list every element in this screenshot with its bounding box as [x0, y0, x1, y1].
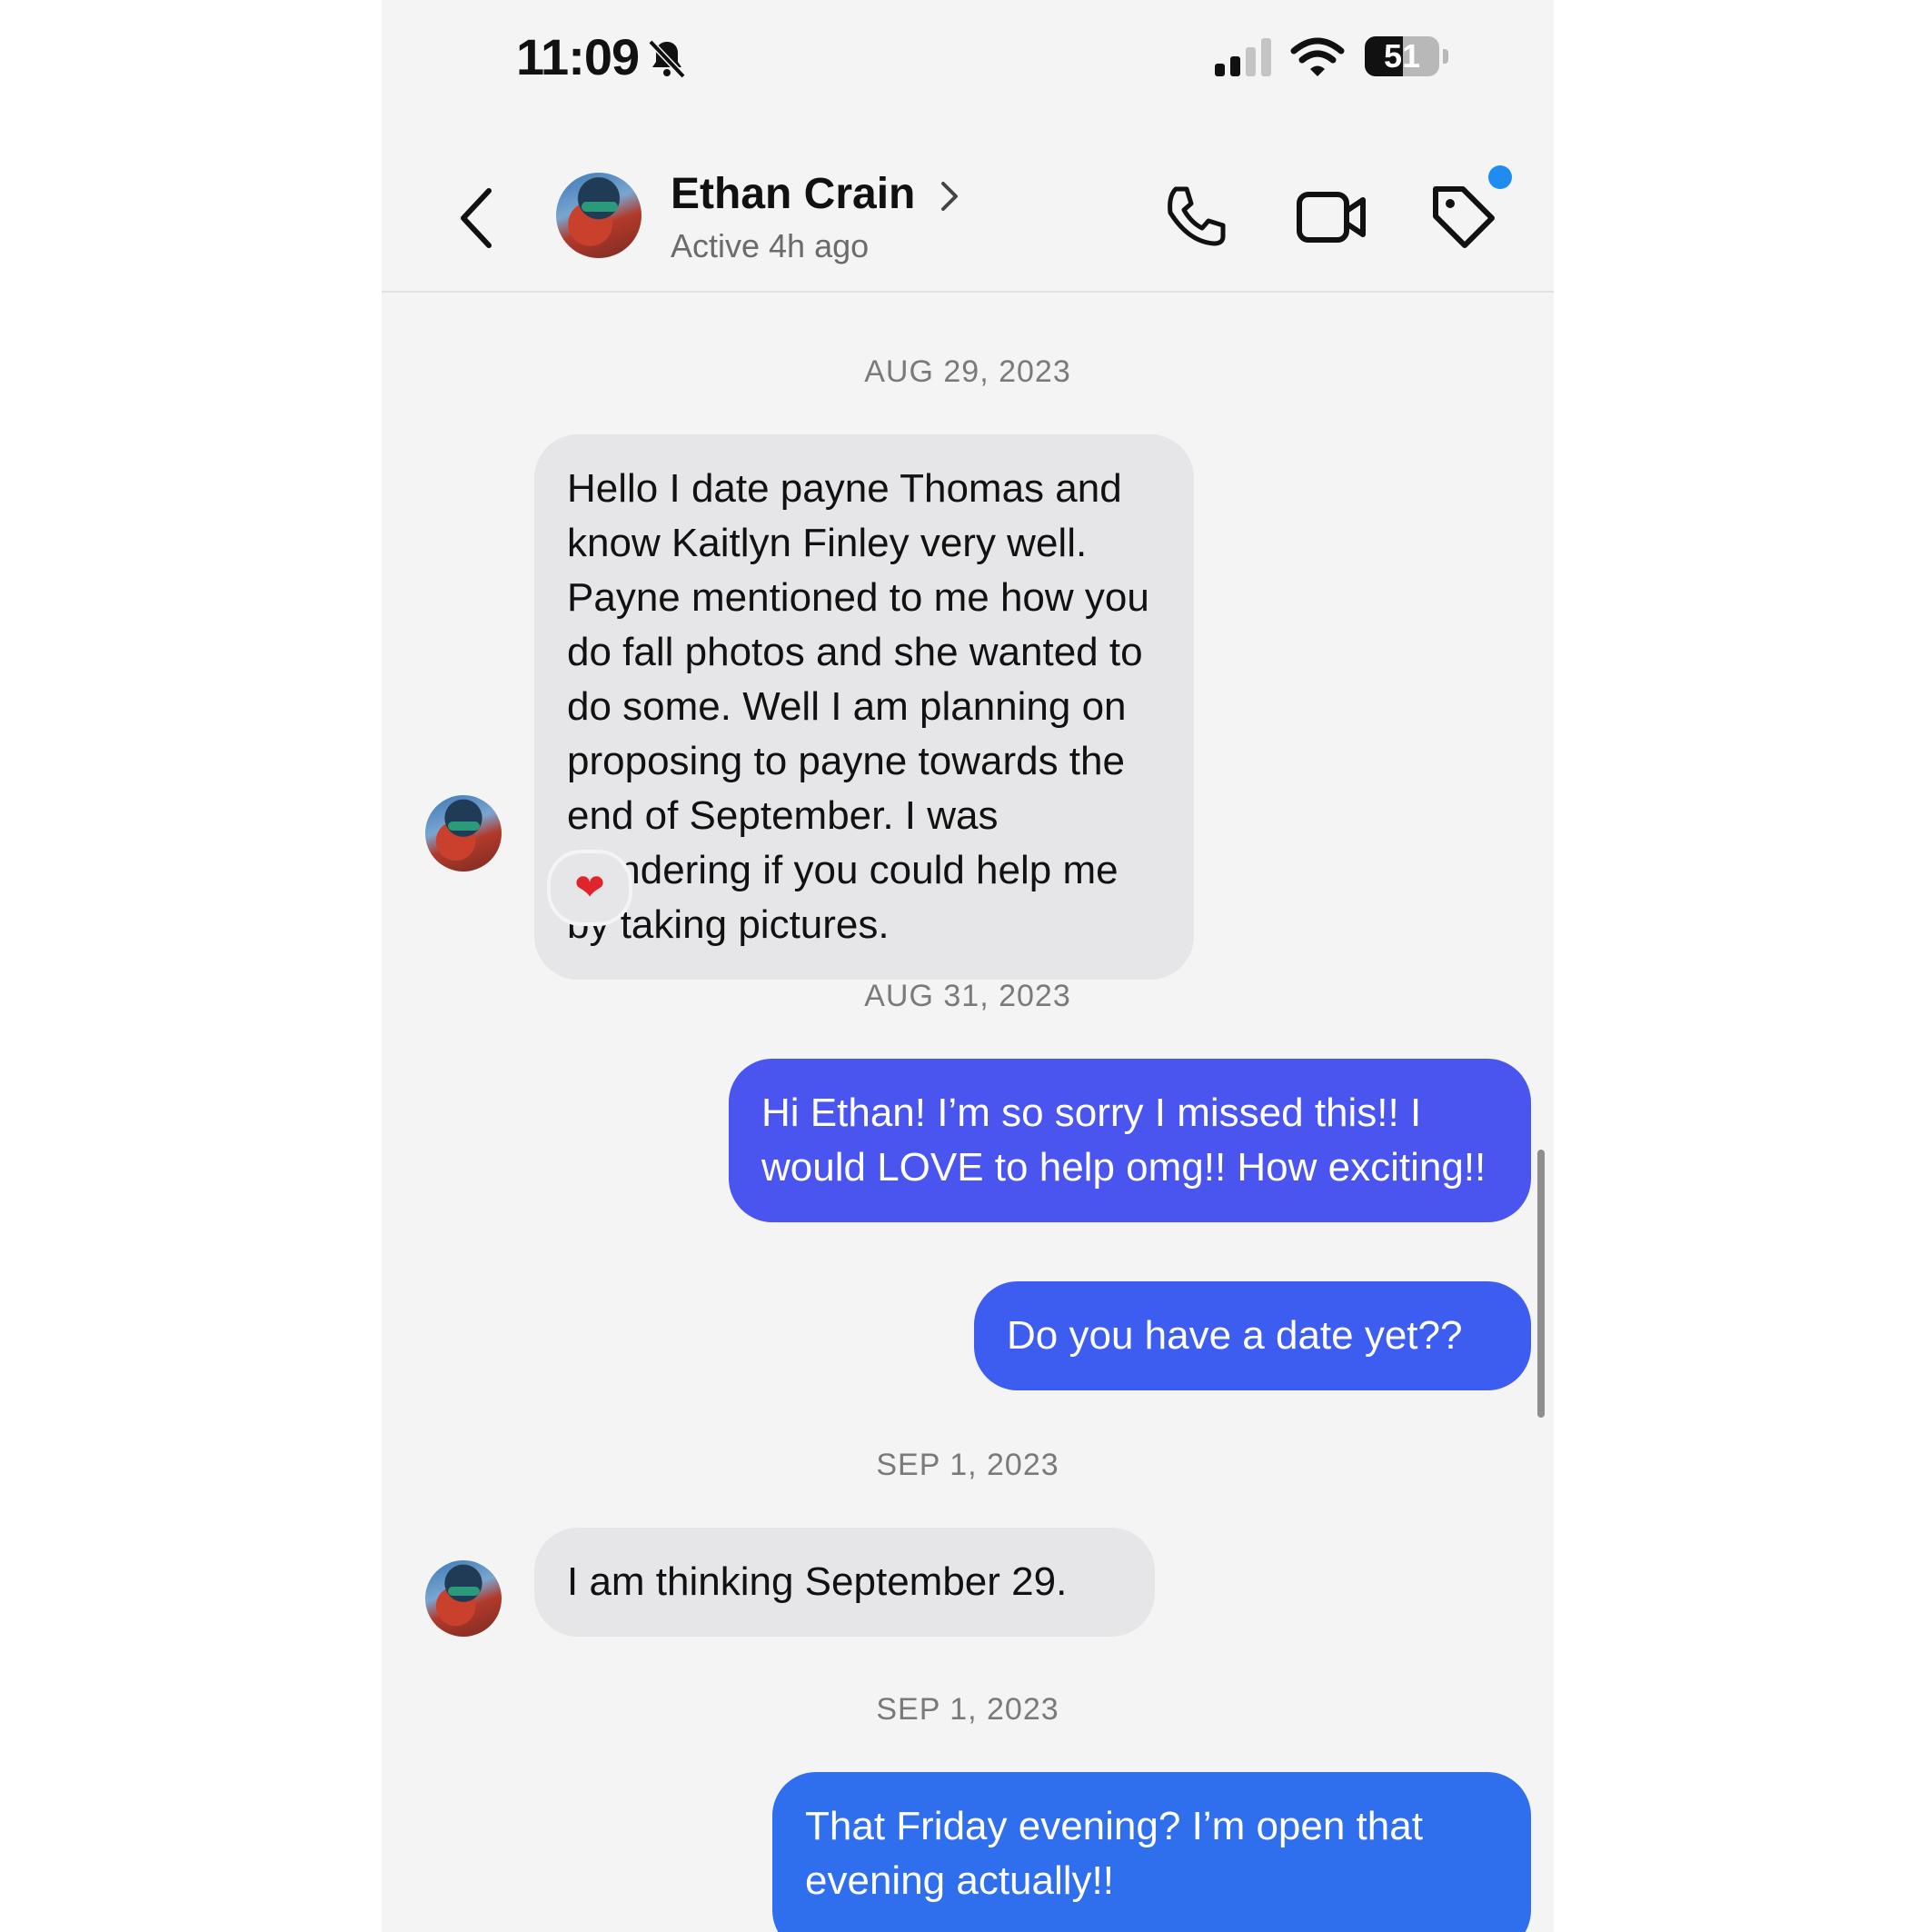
outgoing-message[interactable]: Hi Ethan! I’m so sorry I missed this!! I… [729, 1059, 1531, 1222]
wifi-icon [1290, 37, 1345, 76]
back-chevron-icon[interactable] [454, 182, 500, 254]
bell-slash-icon [648, 39, 686, 79]
signal-icon [1215, 38, 1271, 76]
chat-header: Ethan Crain Active 4h ago [382, 136, 1554, 293]
date-separator: AUG 29, 2023 [864, 354, 1071, 389]
contact-name[interactable]: Ethan Crain [671, 169, 915, 219]
messenger-screen: 11:09 51 Ethan Crain Active 4h ago AUG 2… [382, 0, 1554, 1932]
scrollbar[interactable] [1537, 1150, 1545, 1418]
date-separator: SEP 1, 2023 [876, 1448, 1059, 1482]
notification-dot [1488, 165, 1512, 189]
date-separator: SEP 1, 2023 [876, 1692, 1059, 1727]
sender-avatar[interactable] [425, 1560, 502, 1637]
contact-avatar[interactable] [556, 173, 641, 258]
video-icon[interactable] [1296, 187, 1368, 247]
incoming-message[interactable]: Hello I date payne Thomas and know Kaitl… [534, 434, 1194, 980]
date-separator: AUG 31, 2023 [864, 979, 1071, 1013]
contact-status: Active 4h ago [671, 227, 870, 264]
sender-avatar[interactable] [425, 795, 502, 871]
tag-icon[interactable] [1428, 182, 1497, 251]
chevron-right-icon[interactable] [936, 176, 961, 216]
battery-percent: 51 [1383, 37, 1421, 75]
status-time: 11:09 [516, 28, 640, 85]
phone-icon[interactable] [1163, 184, 1228, 249]
heart-reaction[interactable]: ❤ [547, 850, 632, 926]
incoming-message[interactable]: I am thinking September 29. [534, 1528, 1155, 1637]
battery-icon: 51 [1365, 36, 1448, 78]
outgoing-message[interactable]: That Friday evening? I’m open that eveni… [772, 1772, 1531, 1932]
outgoing-message[interactable]: Do you have a date yet?? [974, 1281, 1531, 1390]
